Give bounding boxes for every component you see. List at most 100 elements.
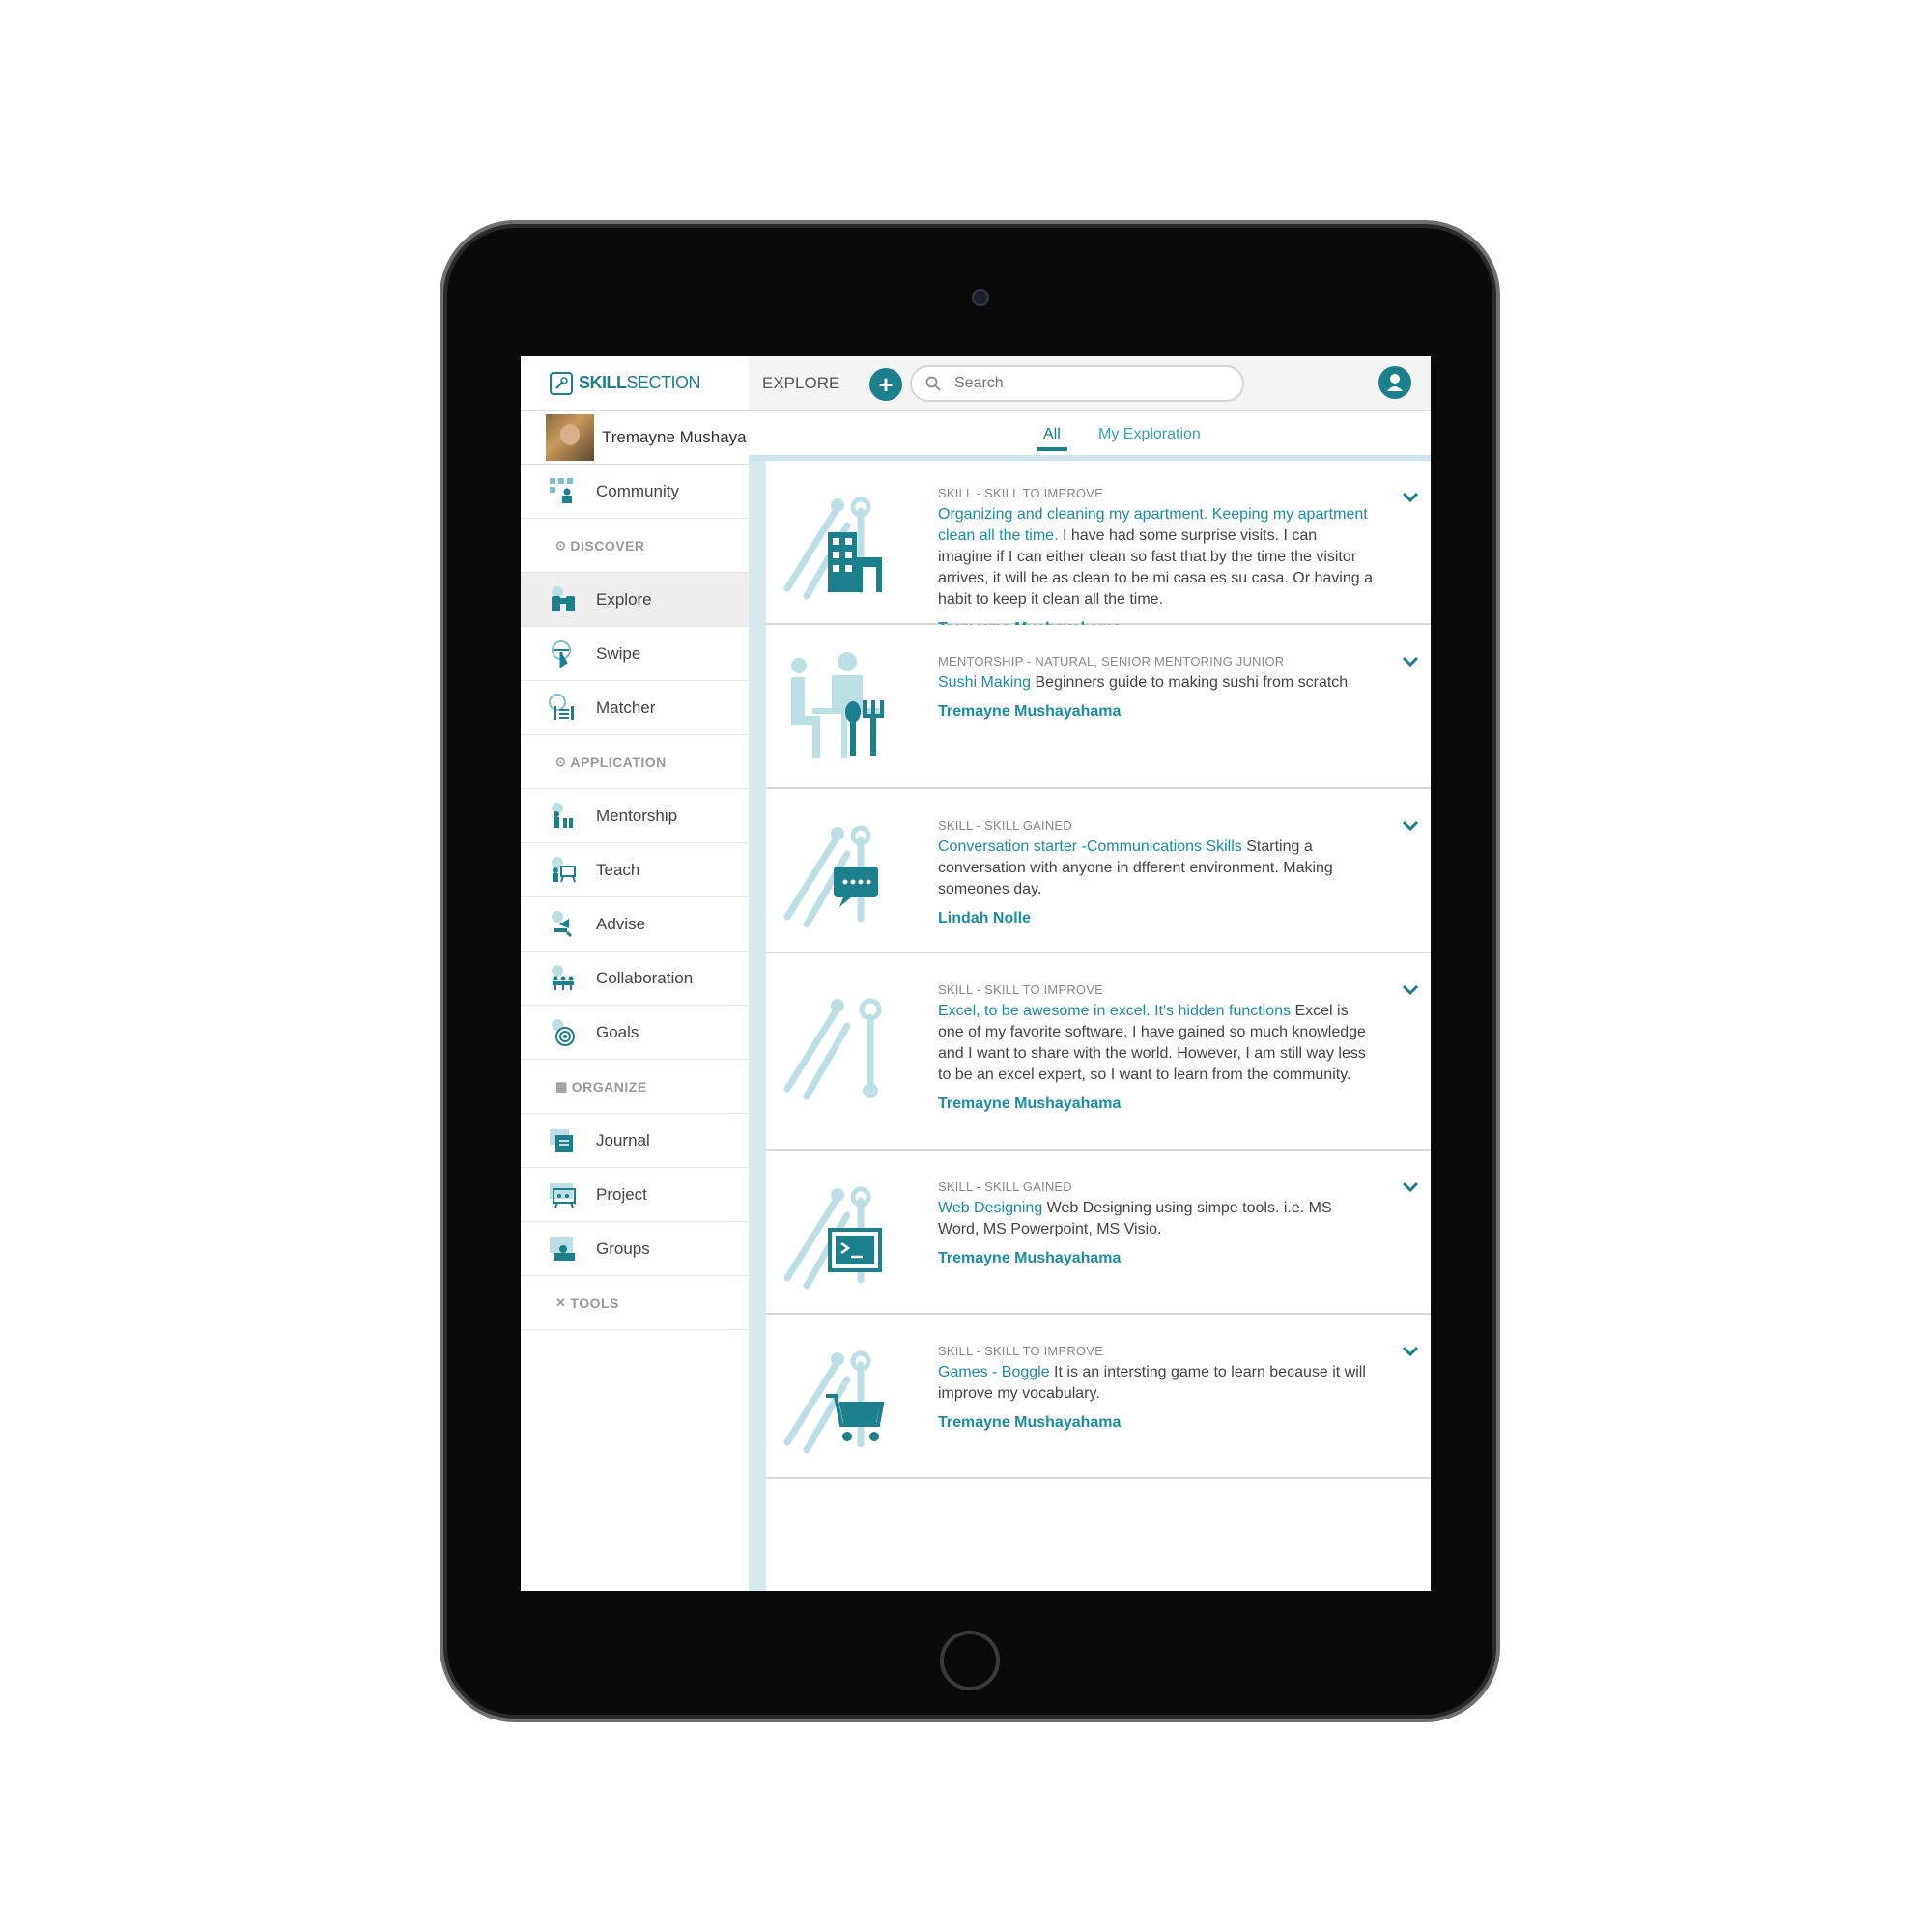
card-author[interactable]: Lindah Nolle bbox=[938, 910, 1373, 927]
sidebar-item-swipe[interactable]: Swipe bbox=[521, 627, 749, 681]
chevron-down-icon[interactable] bbox=[1402, 656, 1419, 668]
project-icon bbox=[546, 1178, 581, 1212]
card-author[interactable]: Tremayne Mushayahama bbox=[938, 1095, 1373, 1113]
dining-icon bbox=[791, 652, 884, 758]
card-title[interactable]: Sushi Making bbox=[938, 674, 1031, 691]
card-body: SKILL - SKILL GAINED Web Designing Web D… bbox=[938, 1179, 1373, 1267]
sidebar: SKILLSECTION Tremayne Mushayahama Commun… bbox=[521, 356, 750, 1591]
sidebar-item-goals[interactable]: Goals bbox=[521, 1006, 749, 1060]
chevron-down-icon[interactable] bbox=[1402, 984, 1419, 996]
terminal-icon bbox=[783, 1186, 882, 1290]
home-button[interactable] bbox=[940, 1631, 1000, 1690]
card-title[interactable]: Web Designing bbox=[938, 1200, 1042, 1216]
wrench-logo-icon bbox=[550, 371, 573, 395]
card-body: SKILL - SKILL TO IMPROVE Games - Boggle … bbox=[938, 1344, 1373, 1432]
card-category: MENTORSHIP - NATURAL, SENIOR MENTORING J… bbox=[938, 654, 1285, 668]
feed-card[interactable]: SKILL - SKILL GAINED Conversation starte… bbox=[766, 789, 1431, 953]
archive-icon: ▦ bbox=[555, 1078, 568, 1094]
sidebar-item-project[interactable]: Project bbox=[521, 1168, 749, 1222]
sidebar-item-label: Collaboration bbox=[596, 968, 694, 987]
search-input[interactable] bbox=[952, 374, 1227, 393]
feed-list: SKILL - SKILL TO IMPROVE Organizing and … bbox=[766, 461, 1431, 1591]
feed-card[interactable]: SKILL - SKILL TO IMPROVE Excel, to be aw… bbox=[766, 953, 1431, 1151]
journal-icon bbox=[546, 1123, 581, 1158]
advise-icon bbox=[546, 907, 581, 942]
card-title[interactable]: Games - Boggle bbox=[938, 1364, 1050, 1380]
search-box[interactable] bbox=[910, 365, 1244, 402]
clock-icon: ⊙ bbox=[555, 753, 567, 769]
card-category: SKILL - SKILL GAINED bbox=[938, 818, 1072, 833]
chevron-down-icon[interactable] bbox=[1402, 820, 1419, 832]
account-icon[interactable] bbox=[1378, 366, 1411, 399]
building-icon bbox=[783, 497, 882, 600]
sidebar-item-teach[interactable]: Teach bbox=[521, 843, 749, 897]
card-body: MENTORSHIP - NATURAL, SENIOR MENTORING J… bbox=[938, 654, 1373, 721]
page-title: EXPLORE bbox=[762, 374, 840, 392]
user-profile-row[interactable]: Tremayne Mushayahama bbox=[521, 411, 749, 465]
chevron-down-icon[interactable] bbox=[1402, 492, 1419, 503]
sidebar-item-label: Journal bbox=[596, 1130, 650, 1150]
chevron-down-icon[interactable] bbox=[1402, 1346, 1419, 1357]
card-category: SKILL - SKILL TO IMPROVE bbox=[938, 486, 1103, 500]
feed-card[interactable]: SKILL - SKILL GAINED Web Designing Web D… bbox=[766, 1151, 1431, 1315]
brand-logo[interactable]: SKILL SECTION bbox=[521, 356, 749, 411]
sidebar-item-collaboration[interactable]: Collaboration bbox=[521, 952, 749, 1006]
card-author[interactable]: Tremayne Mushayahama bbox=[938, 1250, 1373, 1267]
add-button[interactable]: + bbox=[869, 368, 902, 401]
card-body: SKILL - SKILL GAINED Conversation starte… bbox=[938, 818, 1373, 927]
sidebar-item-explore[interactable]: Explore bbox=[521, 573, 749, 627]
card-description: Conversation starter -Communications Ski… bbox=[938, 838, 1333, 897]
teach-icon bbox=[546, 853, 581, 888]
tab-all[interactable]: All bbox=[1043, 426, 1061, 443]
camera bbox=[972, 289, 989, 306]
sidebar-item-label: Matcher bbox=[596, 697, 656, 717]
app-screen: SKILLSECTION Tremayne Mushayahama Commun… bbox=[521, 356, 1431, 1591]
sidebar-item-mentorship[interactable]: Mentorship bbox=[521, 789, 749, 843]
feed-card[interactable]: SKILL - SKILL TO IMPROVE Games - Boggle … bbox=[766, 1315, 1431, 1479]
sidebar-item-label: Community bbox=[596, 481, 679, 500]
community-icon bbox=[546, 474, 581, 509]
search-icon bbox=[925, 376, 941, 391]
mentorship-icon bbox=[546, 799, 581, 834]
matcher-icon bbox=[546, 691, 581, 725]
sidebar-item-groups[interactable]: Groups bbox=[521, 1222, 749, 1276]
tab-bar: All My Exploration bbox=[749, 411, 1431, 461]
target-icon bbox=[546, 1015, 581, 1050]
section-header-organize: ▦ ORGANIZE bbox=[521, 1060, 749, 1114]
feed-card[interactable]: MENTORSHIP - NATURAL, SENIOR MENTORING J… bbox=[766, 625, 1431, 789]
tablet-frame: SKILLSECTION Tremayne Mushayahama Commun… bbox=[440, 220, 1500, 1722]
card-author[interactable]: Tremayne Mushayahama bbox=[938, 703, 1373, 721]
card-author[interactable]: Tremayne Mushayahama bbox=[938, 1414, 1373, 1432]
card-description: Web Designing Web Designing using simpe … bbox=[938, 1200, 1332, 1237]
sidebar-item-label: Goals bbox=[596, 1022, 639, 1041]
sidebar-item-advise[interactable]: Advise bbox=[521, 897, 749, 952]
card-description: Sushi Making Beginners guide to making s… bbox=[938, 674, 1349, 691]
card-category: SKILL - SKILL GAINED bbox=[938, 1179, 1072, 1194]
card-category: SKILL - SKILL TO IMPROVE bbox=[938, 982, 1103, 997]
card-title[interactable]: Excel, to be awesome in excel. It's hidd… bbox=[938, 1003, 1291, 1019]
sidebar-item-label: Explore bbox=[596, 589, 652, 609]
active-tab-indicator bbox=[1037, 447, 1067, 451]
card-description: Games - Boggle It is an intersting game … bbox=[938, 1364, 1366, 1402]
chevron-down-icon[interactable] bbox=[1402, 1181, 1419, 1193]
tab-my-exploration[interactable]: My Exploration bbox=[1098, 426, 1201, 443]
card-title[interactable]: Conversation starter -Communications Ski… bbox=[938, 838, 1242, 855]
sidebar-item-label: Advise bbox=[596, 914, 646, 933]
tools-icon bbox=[783, 998, 882, 1100]
user-name: Tremayne Mushayahama bbox=[602, 427, 747, 446]
cart-icon bbox=[783, 1350, 885, 1454]
sidebar-item-label: Swipe bbox=[596, 643, 641, 663]
top-bar: EXPLORE + bbox=[749, 356, 1431, 411]
sidebar-item-label: Project bbox=[596, 1184, 647, 1204]
sidebar-item-community[interactable]: Community bbox=[521, 465, 749, 519]
feed-card[interactable]: SKILL - SKILL TO IMPROVE Organizing and … bbox=[766, 461, 1431, 637]
card-body: SKILL - SKILL TO IMPROVE Organizing and … bbox=[938, 486, 1373, 638]
sidebar-item-matcher[interactable]: Matcher bbox=[521, 681, 749, 735]
section-header-application: ⊙ APPLICATION bbox=[521, 735, 749, 789]
compass-icon: ⊙ bbox=[555, 537, 567, 553]
sidebar-item-label: Groups bbox=[596, 1238, 650, 1258]
sidebar-item-journal[interactable]: Journal bbox=[521, 1114, 749, 1168]
tools-small-icon: ✕ bbox=[555, 1294, 567, 1310]
section-header-tools: ✕ TOOLS bbox=[521, 1276, 749, 1330]
sidebar-item-label: Teach bbox=[596, 860, 640, 879]
